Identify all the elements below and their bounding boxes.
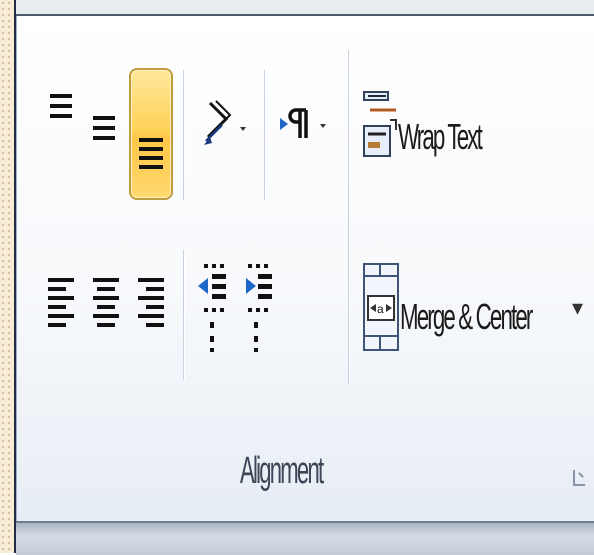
- separator: [183, 70, 184, 200]
- align-bottom-button[interactable]: [129, 68, 173, 200]
- separator: [264, 70, 265, 200]
- align-left-button[interactable]: [40, 270, 80, 350]
- paragraph-direction-icon: [280, 108, 308, 138]
- orientation-icon: [204, 100, 232, 145]
- separator: [348, 50, 349, 385]
- merge-center-dropdown-arrow[interactable]: ▾: [572, 296, 583, 321]
- ribbon-top-edge: [16, 0, 594, 16]
- ribbon-bottom-bar: [16, 521, 594, 555]
- increase-indent-icon: [246, 264, 272, 352]
- merge-center-icon: a: [363, 263, 399, 351]
- chevron-down-icon: [320, 124, 326, 128]
- wrap-text-icon: [363, 91, 397, 157]
- merge-center-button[interactable]: a Merge & Center ▾: [358, 262, 590, 358]
- paragraph-direction-button[interactable]: [276, 102, 336, 152]
- orientation-button[interactable]: [196, 95, 252, 155]
- decrease-indent-button[interactable]: [194, 262, 236, 358]
- wrap-text-button[interactable]: Wrap Text: [358, 90, 518, 162]
- align-right-button[interactable]: [130, 270, 170, 350]
- wrap-text-label: Wrap Text: [398, 116, 483, 157]
- increase-indent-button[interactable]: [238, 262, 280, 358]
- group-label: Alignment: [240, 450, 324, 492]
- svg-text:a: a: [377, 302, 384, 316]
- decrease-indent-icon: [198, 264, 226, 352]
- window-left-edge: [0, 0, 16, 553]
- chevron-down-icon: [240, 127, 246, 131]
- separator: [183, 250, 184, 380]
- align-middle-button[interactable]: [84, 108, 124, 158]
- align-center-button[interactable]: [86, 270, 126, 350]
- merge-center-label: Merge & Center: [400, 296, 533, 337]
- dialog-launcher-icon[interactable]: [573, 470, 585, 486]
- align-top-button[interactable]: [40, 88, 82, 138]
